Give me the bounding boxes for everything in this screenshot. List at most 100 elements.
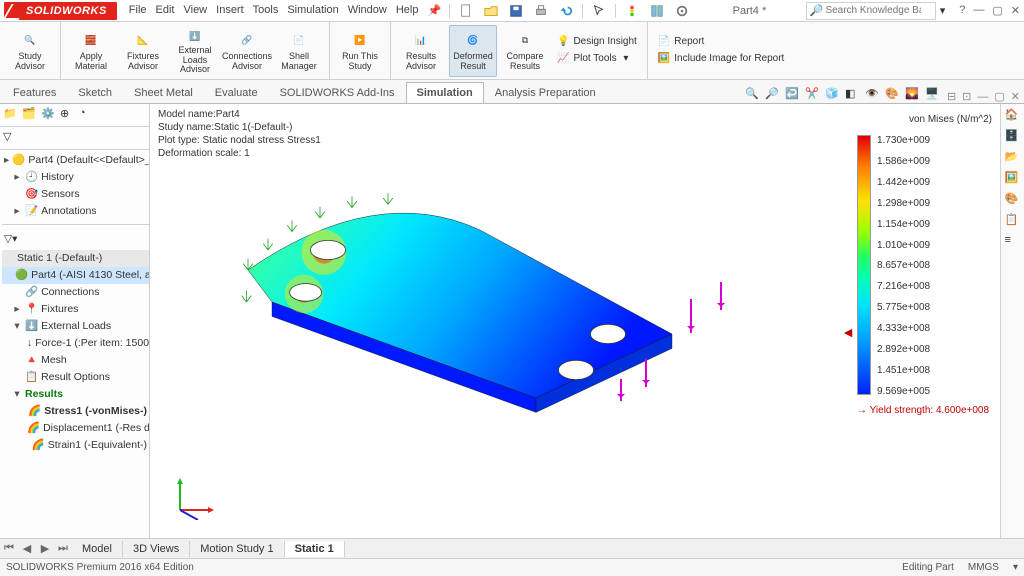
fixtures-advisor-button[interactable]: 📐Fixtures Advisor bbox=[119, 25, 167, 77]
tree-displacement1[interactable]: Displacement1 (-Res disp-) bbox=[43, 420, 149, 437]
tree-study[interactable]: Static 1 (-Default-) bbox=[17, 250, 102, 267]
connections-advisor-button[interactable]: 🔗Connections Advisor bbox=[223, 25, 271, 77]
compare-results-button[interactable]: ⧉Compare Results bbox=[501, 25, 549, 77]
options-button[interactable] bbox=[671, 2, 693, 20]
menu-file[interactable]: File bbox=[129, 4, 147, 17]
tree-sensors[interactable]: Sensors bbox=[41, 186, 80, 203]
tab-prev-icon[interactable]: ◀ bbox=[18, 542, 36, 555]
menu-pin-icon[interactable]: 📌 bbox=[427, 4, 441, 17]
view-settings-icon[interactable]: 🖥️ bbox=[925, 87, 941, 103]
plot-tools-button[interactable]: 📈Plot Tools ▾ bbox=[553, 51, 641, 67]
tree-fixtures[interactable]: Fixtures bbox=[41, 301, 78, 318]
menu-simulation[interactable]: Simulation bbox=[287, 4, 338, 17]
tab-first-icon[interactable]: ⏮ bbox=[0, 542, 18, 555]
menu-help[interactable]: Help bbox=[396, 4, 419, 17]
search-dropdown-icon[interactable]: ▾ bbox=[940, 4, 946, 17]
view-triad[interactable] bbox=[170, 474, 216, 520]
feature-tree[interactable]: ▸🟡 Part4 (Default<<Default>_Display Stat… bbox=[0, 150, 149, 538]
home-icon[interactable]: 🏠 bbox=[1005, 108, 1021, 124]
prev-view-icon[interactable]: ↩️ bbox=[785, 87, 801, 103]
menu-edit[interactable]: Edit bbox=[156, 4, 175, 17]
tab-addins[interactable]: SOLIDWORKS Add-Ins bbox=[269, 82, 406, 103]
library-icon[interactable]: 🗄️ bbox=[1005, 129, 1021, 145]
tree-stress1[interactable]: Stress1 (-vonMises-) bbox=[44, 403, 147, 420]
tab-sketch[interactable]: Sketch bbox=[67, 82, 123, 103]
run-study-button[interactable]: ▶️Run This Study bbox=[336, 25, 384, 77]
tree-results[interactable]: Results bbox=[25, 386, 63, 403]
tab-simulation[interactable]: Simulation bbox=[406, 82, 484, 103]
tree-history[interactable]: History bbox=[41, 169, 74, 186]
tab-3dviews[interactable]: 3D Views bbox=[123, 541, 190, 557]
fm-tree-icon[interactable]: 📁 bbox=[3, 107, 19, 123]
tab-motion-study[interactable]: Motion Study 1 bbox=[190, 541, 284, 557]
tab-sheet-metal[interactable]: Sheet Metal bbox=[123, 82, 204, 103]
menu-insert[interactable]: Insert bbox=[216, 4, 244, 17]
tab-evaluate[interactable]: Evaluate bbox=[204, 82, 269, 103]
view-orient-icon[interactable]: 🧊 bbox=[825, 87, 841, 103]
report-button[interactable]: 📄Report bbox=[654, 34, 789, 50]
appearances-icon[interactable]: 🎨 bbox=[1005, 192, 1021, 208]
undo-button[interactable] bbox=[555, 2, 577, 20]
tree-strain1[interactable]: Strain1 (-Equivalent-) bbox=[48, 437, 147, 454]
traffic-light-icon[interactable] bbox=[621, 2, 643, 20]
fm-display-icon[interactable]: ◔ bbox=[79, 107, 95, 123]
menu-window[interactable]: Window bbox=[348, 4, 387, 17]
zoom-area-icon[interactable]: 🔎 bbox=[765, 87, 781, 103]
scene-icon[interactable]: 🌄 bbox=[905, 87, 921, 103]
menu-tools[interactable]: Tools bbox=[253, 4, 279, 17]
include-image-button[interactable]: 🖼️Include Image for Report bbox=[654, 51, 789, 67]
filter-icon-2[interactable]: ▽▾ bbox=[4, 231, 17, 248]
save-button[interactable] bbox=[505, 2, 527, 20]
filter-icon[interactable]: ▽ bbox=[3, 130, 19, 146]
zoom-fit-icon[interactable]: 🔍 bbox=[745, 87, 761, 103]
fm-property-icon[interactable]: 🗂️ bbox=[22, 107, 38, 123]
child-x-icon[interactable]: ✕ bbox=[1011, 90, 1020, 103]
tree-material[interactable]: Part4 (-AISI 4130 Steel, annealed-) bbox=[31, 267, 149, 284]
apply-material-button[interactable]: 🧱Apply Material bbox=[67, 25, 115, 77]
child-min-icon[interactable]: ⊟ bbox=[947, 90, 956, 103]
status-units[interactable]: MMGS bbox=[968, 562, 999, 573]
tree-annotations[interactable]: Annotations bbox=[41, 203, 96, 220]
shell-manager-button[interactable]: 📄Shell Manager bbox=[275, 25, 323, 77]
hide-show-icon[interactable]: 👁️ bbox=[865, 87, 881, 103]
tree-external-loads[interactable]: External Loads bbox=[41, 318, 111, 335]
section-view-icon[interactable]: ✂️ bbox=[805, 87, 821, 103]
file-explorer-icon[interactable]: 📂 bbox=[1005, 150, 1021, 166]
child-max-icon[interactable]: ⊡ bbox=[962, 90, 971, 103]
tab-static1[interactable]: Static 1 bbox=[285, 541, 345, 557]
tab-model[interactable]: Model bbox=[72, 541, 123, 557]
tree-connections[interactable]: Connections bbox=[41, 284, 99, 301]
fm-config-icon[interactable]: ⚙️ bbox=[41, 107, 57, 123]
select-button[interactable] bbox=[588, 2, 610, 20]
tree-result-options[interactable]: Result Options bbox=[41, 369, 110, 386]
study-advisor-button[interactable]: 🔍Study Advisor bbox=[6, 25, 54, 77]
new-doc-button[interactable] bbox=[455, 2, 477, 20]
display-style-icon[interactable]: ◧ bbox=[845, 87, 861, 103]
close-button[interactable]: ✕ bbox=[1011, 4, 1020, 17]
deformed-result-button[interactable]: 🌀Deformed Result bbox=[449, 25, 497, 77]
external-loads-button[interactable]: ⬇️External Loads Advisor bbox=[171, 25, 219, 77]
tab-features[interactable]: Features bbox=[2, 82, 67, 103]
fm-dim-icon[interactable]: ⊕ bbox=[60, 107, 76, 123]
open-button[interactable] bbox=[480, 2, 502, 20]
tab-last-icon[interactable]: ⏭ bbox=[54, 542, 72, 555]
maximize-button[interactable]: ▢ bbox=[992, 4, 1002, 17]
tree-force-1[interactable]: Force-1 (:Per item: 1500 N:) bbox=[35, 335, 149, 352]
help-button[interactable]: ? bbox=[959, 4, 965, 17]
tab-analysis-prep[interactable]: Analysis Preparation bbox=[484, 82, 607, 103]
tree-root[interactable]: Part4 (Default<<Default>_Display State 1… bbox=[28, 152, 149, 169]
results-advisor-button[interactable]: 📊Results Advisor bbox=[397, 25, 445, 77]
status-dropdown-icon[interactable]: ▾ bbox=[1013, 562, 1018, 573]
search-box[interactable]: 🔎 bbox=[806, 2, 936, 20]
tab-next-icon[interactable]: ▶ bbox=[36, 542, 54, 555]
menu-view[interactable]: View bbox=[183, 4, 207, 17]
design-insight-button[interactable]: 💡Design Insight bbox=[553, 34, 641, 50]
print-button[interactable] bbox=[530, 2, 552, 20]
search-input[interactable] bbox=[823, 4, 923, 17]
rebuild-button[interactable] bbox=[646, 2, 668, 20]
tree-mesh[interactable]: Mesh bbox=[41, 352, 67, 369]
child-close-icon[interactable]: ▢ bbox=[994, 90, 1004, 103]
appearance-icon[interactable]: 🎨 bbox=[885, 87, 901, 103]
child-restore-icon[interactable]: — bbox=[977, 91, 988, 103]
graphics-area[interactable]: Model name:Part4 Study name:Static 1(-De… bbox=[150, 104, 1000, 538]
